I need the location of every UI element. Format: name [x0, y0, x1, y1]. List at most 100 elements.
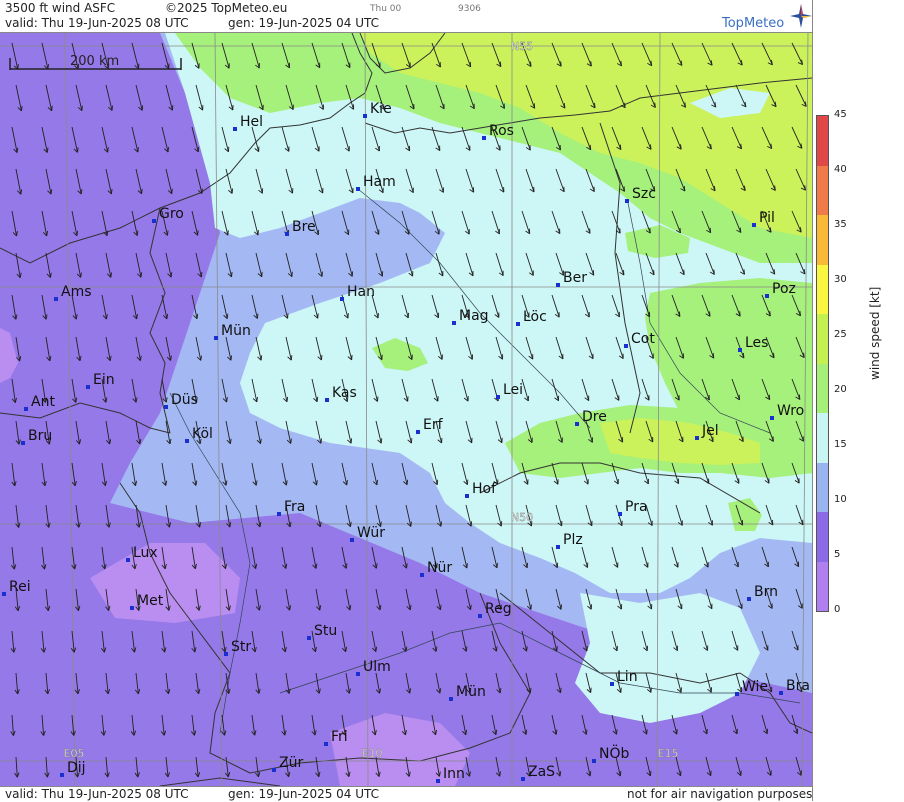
legend-tick-label: 35 — [834, 219, 847, 230]
city-label: Lux — [133, 545, 158, 561]
legend-tick-label: 15 — [834, 439, 847, 450]
city-dot-icon — [575, 422, 579, 426]
city-label: NÖb — [599, 744, 629, 762]
city-label: Ant — [31, 394, 55, 410]
city-dot-icon — [356, 187, 360, 191]
legend-tick-label: 25 — [834, 329, 847, 340]
city-label: Mün — [221, 323, 251, 339]
city-dot-icon — [738, 348, 742, 352]
city-label: Ein — [93, 372, 115, 388]
city-dot-icon — [752, 223, 756, 227]
legend-tick-label: 45 — [834, 109, 847, 120]
city-label: Les — [745, 335, 768, 351]
city-dot-icon — [224, 652, 228, 656]
footer-disclaimer: not for air navigation purposes — [627, 787, 812, 801]
city-label: ZaS — [528, 764, 555, 780]
city-label: Dre — [582, 409, 607, 425]
city-label: Köl — [192, 426, 213, 442]
city-label: Dij — [67, 760, 86, 776]
city-label: Plz — [563, 532, 583, 548]
city-label: Rei — [9, 579, 31, 595]
city-dot-icon — [272, 768, 276, 772]
city-label: Lin — [617, 669, 638, 685]
map-title: 3500 ft wind ASFC — [5, 1, 115, 15]
city-dot-icon — [324, 742, 328, 746]
city-label: Han — [347, 284, 375, 300]
city-label: Bre — [292, 219, 316, 235]
city-dot-icon — [765, 294, 769, 298]
city-dot-icon — [416, 430, 420, 434]
city-dot-icon — [516, 322, 520, 326]
city-dot-icon — [770, 416, 774, 420]
city-dot-icon — [420, 573, 424, 577]
city-label: Nür — [427, 560, 452, 576]
city-label: Pil — [759, 210, 775, 226]
city-dot-icon — [54, 297, 58, 301]
city-label: Cot — [631, 331, 655, 347]
wind-map[interactable]: N55N50E05E10E15 200 km HelKieRosHamSzcGr… — [0, 33, 812, 786]
city-dot-icon — [60, 773, 64, 777]
generated-time: gen: 19-Jun-2025 04 UTC — [228, 16, 379, 30]
city-dot-icon — [695, 436, 699, 440]
city-label: Ros — [489, 123, 514, 139]
city-label: Gro — [159, 206, 184, 222]
city-dot-icon — [152, 219, 156, 223]
mini-label-time: Thu 00 — [370, 4, 401, 14]
city-dot-icon — [164, 405, 168, 409]
city-label: Poz — [772, 281, 796, 297]
legend-swatch — [817, 413, 828, 463]
city-dot-icon — [735, 692, 739, 696]
city-label: Pra — [625, 499, 648, 515]
city-dot-icon — [496, 395, 500, 399]
legend-swatch — [817, 314, 828, 364]
grid-label: N55 — [511, 40, 533, 53]
city-label: Lei — [503, 382, 523, 398]
city-label: Szc — [632, 186, 656, 202]
city-label: Ams — [61, 284, 92, 300]
mini-label-code: 9306 — [458, 4, 481, 14]
city-dot-icon — [436, 779, 440, 783]
city-label: Ham — [363, 174, 396, 190]
footer-generated-time: gen: 19-Jun-2025 04 UTC — [228, 787, 379, 801]
city-label: Reg — [485, 601, 512, 617]
city-dot-icon — [233, 127, 237, 131]
city-dot-icon — [126, 558, 130, 562]
city-dot-icon — [307, 636, 311, 640]
city-dot-icon — [452, 321, 456, 325]
city-label: Mün — [456, 684, 486, 700]
city-dot-icon — [482, 136, 486, 140]
legend-swatch — [817, 265, 828, 315]
city-dot-icon — [521, 777, 525, 781]
city-dot-icon — [356, 672, 360, 676]
footer-bar: valid: Thu 19-Jun-2025 08 UTC gen: 19-Ju… — [0, 786, 812, 802]
city-dot-icon — [86, 385, 90, 389]
city-label: Inn — [443, 766, 465, 782]
city-dot-icon — [325, 398, 329, 402]
wind-map-svg: N55N50E05E10E15 200 km HelKieRosHamSzcGr… — [0, 33, 812, 786]
grid-label: E15 — [658, 747, 679, 760]
city-dot-icon — [465, 494, 469, 498]
legend-swatch — [817, 215, 828, 265]
city-dot-icon — [747, 597, 751, 601]
city-dot-icon — [214, 336, 218, 340]
city-label: Jel — [701, 423, 719, 439]
copyright: ©2025 TopMeteo.eu — [165, 1, 287, 15]
grid-label: E10 — [362, 747, 383, 760]
city-label: Fri — [331, 729, 348, 745]
city-dot-icon — [478, 614, 482, 618]
city-label: Kas — [332, 385, 357, 401]
city-label: Kie — [370, 101, 392, 117]
city-label: Met — [137, 593, 164, 609]
topmeteo-logo[interactable]: TopMeteo — [722, 6, 812, 32]
legend-tick-label: 0 — [834, 604, 840, 615]
city-label: Löc — [523, 309, 547, 325]
logo-text: TopMeteo — [722, 16, 784, 31]
legend-swatch — [817, 562, 828, 612]
city-dot-icon — [624, 344, 628, 348]
city-label: Mag — [459, 308, 489, 324]
city-label: Hof — [472, 481, 497, 497]
legend-tick-label: 40 — [834, 164, 847, 175]
legend-tick-label: 10 — [834, 494, 847, 505]
header-bar: 3500 ft wind ASFC ©2025 TopMeteo.eu Thu … — [0, 0, 812, 33]
legend-tick-label: 30 — [834, 274, 847, 285]
